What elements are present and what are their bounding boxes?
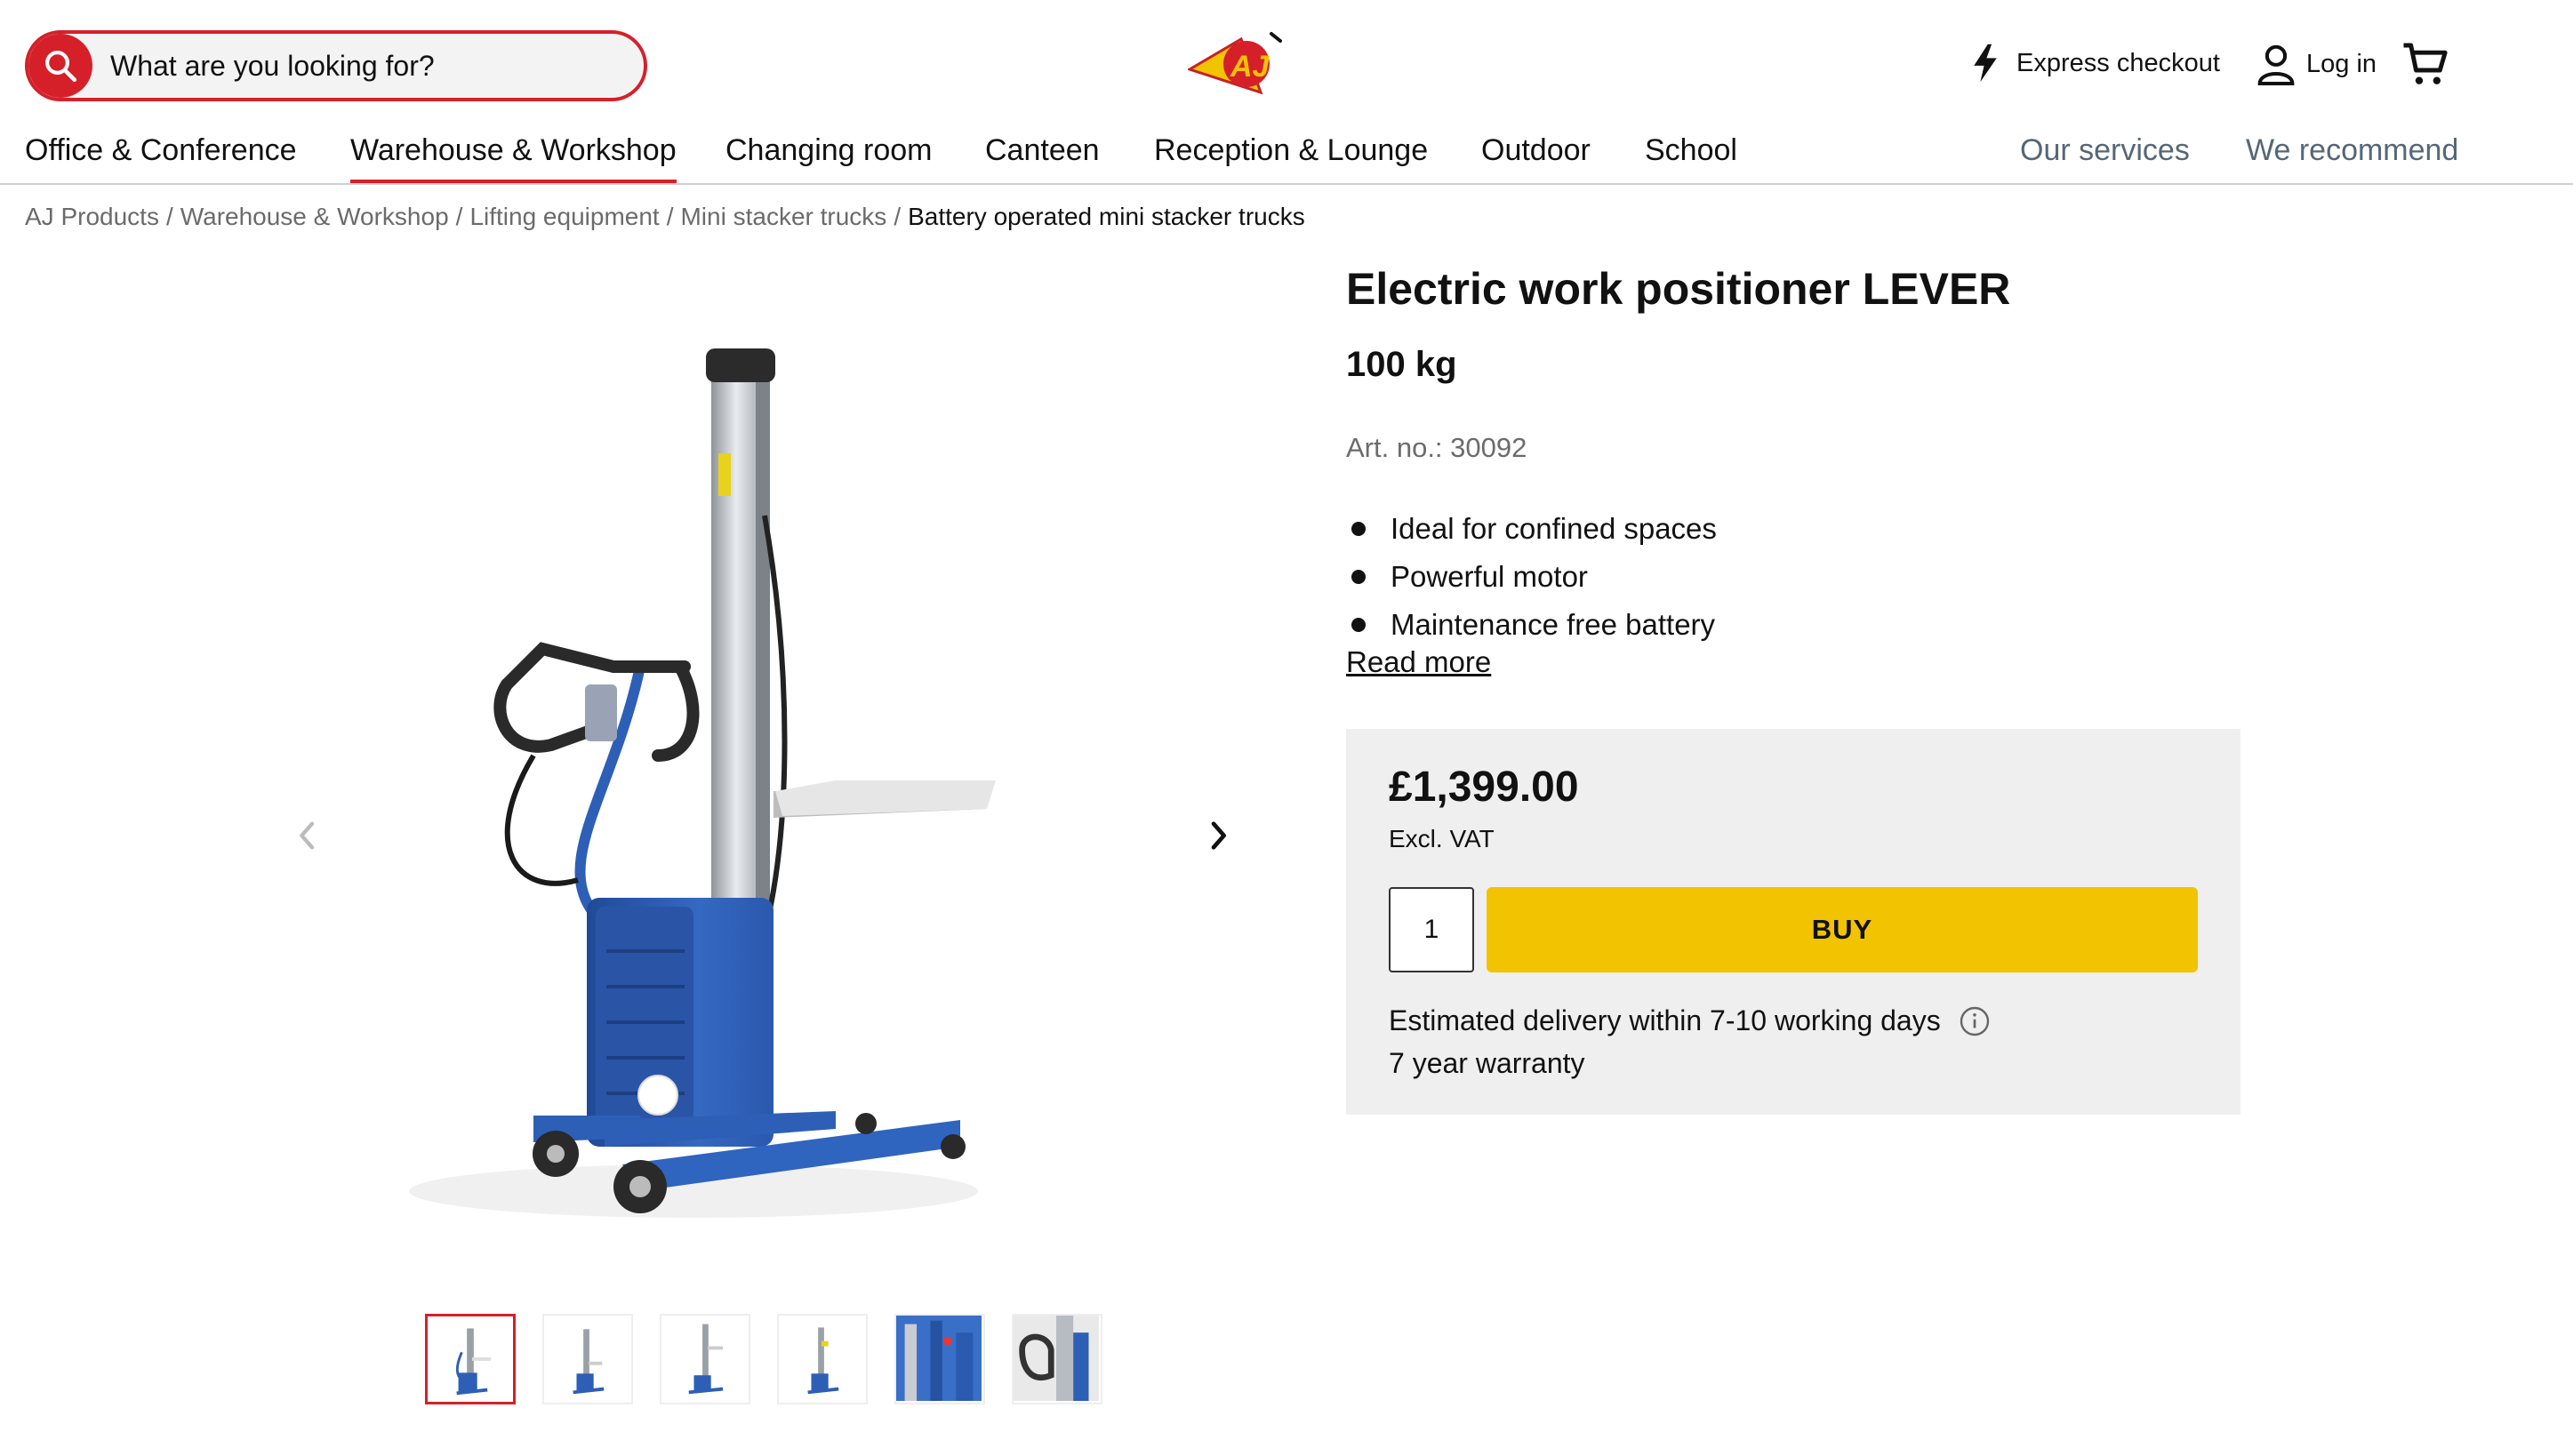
header-divider: [0, 183, 2573, 185]
thumbnail[interactable]: [1012, 1314, 1102, 1404]
bullet-icon: [1351, 618, 1366, 632]
gallery-prev-button[interactable]: [290, 818, 325, 853]
thumbnail[interactable]: [894, 1314, 985, 1404]
breadcrumb-separator: /: [455, 203, 463, 230]
info-icon[interactable]: [1959, 1005, 1991, 1037]
price: £1,399.00: [1389, 764, 1579, 811]
list-item: Ideal for confined spaces: [1346, 505, 1717, 553]
warranty-text: 7 year warranty: [1389, 1047, 1585, 1079]
express-checkout-label: Express checkout: [2016, 48, 2220, 77]
product-main-image[interactable]: [373, 293, 1102, 1253]
user-icon: [2257, 44, 2295, 85]
bullet-icon: [1351, 522, 1366, 536]
list-item: Maintenance free battery: [1346, 601, 1717, 649]
cart-icon: [2403, 43, 2448, 84]
article-number: Art. no.: 30092: [1346, 432, 1527, 463]
feature-text: Maintenance free battery: [1391, 608, 1716, 641]
breadcrumb-link[interactable]: Lifting equipment: [469, 203, 659, 230]
breadcrumb-link[interactable]: Mini stacker trucks: [680, 203, 886, 230]
breadcrumb-separator: /: [165, 203, 173, 230]
cart-button[interactable]: [2401, 39, 2450, 89]
product-title: Electric work positioner LEVER: [1346, 264, 2011, 314]
breadcrumb: AJ Products / Warehouse & Workshop / Lifting…: [25, 203, 1305, 231]
read-more-link[interactable]: Read more: [1346, 645, 1491, 679]
lightning-icon: [1974, 44, 1997, 83]
login-link[interactable]: Log in: [2256, 43, 2377, 85]
bullet-icon: [1351, 570, 1366, 584]
nav-canteen[interactable]: Canteen: [985, 133, 1100, 183]
thumbnail[interactable]: [777, 1314, 868, 1404]
delivery-text: Estimated delivery within 7-10 working d…: [1389, 1004, 1941, 1036]
breadcrumb-link[interactable]: AJ Products: [25, 203, 159, 230]
nav-reception-lounge[interactable]: Reception & Lounge: [1154, 133, 1428, 183]
login-label: Log in: [2306, 49, 2377, 78]
nav-our-services[interactable]: Our services: [2020, 133, 2190, 168]
thumbnail[interactable]: [425, 1314, 516, 1404]
breadcrumb-current: Battery operated mini stacker trucks: [908, 203, 1305, 230]
nav-changing-room[interactable]: Changing room: [725, 133, 932, 183]
nav-office-conference[interactable]: Office & Conference: [25, 133, 297, 183]
vat-note: Excl. VAT: [1389, 825, 1495, 852]
buy-button[interactable]: BUY: [1487, 887, 2198, 972]
thumbnail[interactable]: [542, 1314, 633, 1404]
thumbnail-image: [688, 1324, 724, 1395]
thumbnail-image: [807, 1327, 839, 1395]
express-checkout-link[interactable]: Express checkout: [1970, 43, 2220, 84]
feature-list: Ideal for confined spaces Powerful motor…: [1346, 505, 1717, 649]
delivery-info: Estimated delivery within 7-10 working d…: [1389, 1004, 1991, 1037]
feature-text: Powerful motor: [1391, 560, 1588, 593]
nav-we-recommend[interactable]: We recommend: [2246, 133, 2458, 168]
breadcrumb-link[interactable]: Warehouse & Workshop: [180, 203, 449, 230]
feature-text: Ideal for confined spaces: [1391, 512, 1717, 545]
nav-warehouse-workshop[interactable]: Warehouse & Workshop: [350, 133, 677, 185]
thumbnail-image: [455, 1328, 492, 1396]
gallery-next-button[interactable]: [1200, 818, 1236, 853]
breadcrumb-separator: /: [666, 203, 674, 230]
buy-box: £1,399.00 Excl. VAT BUY Estimated delive…: [1346, 729, 2240, 1115]
thumbnail[interactable]: [660, 1314, 750, 1404]
breadcrumb-separator: /: [894, 203, 902, 230]
thumbnail-image: [1014, 1316, 1099, 1401]
nav-school[interactable]: School: [1645, 133, 1737, 183]
thumbnail-image: [896, 1316, 982, 1401]
nav-outdoor[interactable]: Outdoor: [1481, 133, 1591, 183]
product-subtitle: 100 kg: [1346, 345, 1457, 384]
quantity-input[interactable]: [1389, 887, 1474, 972]
list-item: Powerful motor: [1346, 553, 1717, 601]
thumbnail-image: [573, 1329, 605, 1395]
